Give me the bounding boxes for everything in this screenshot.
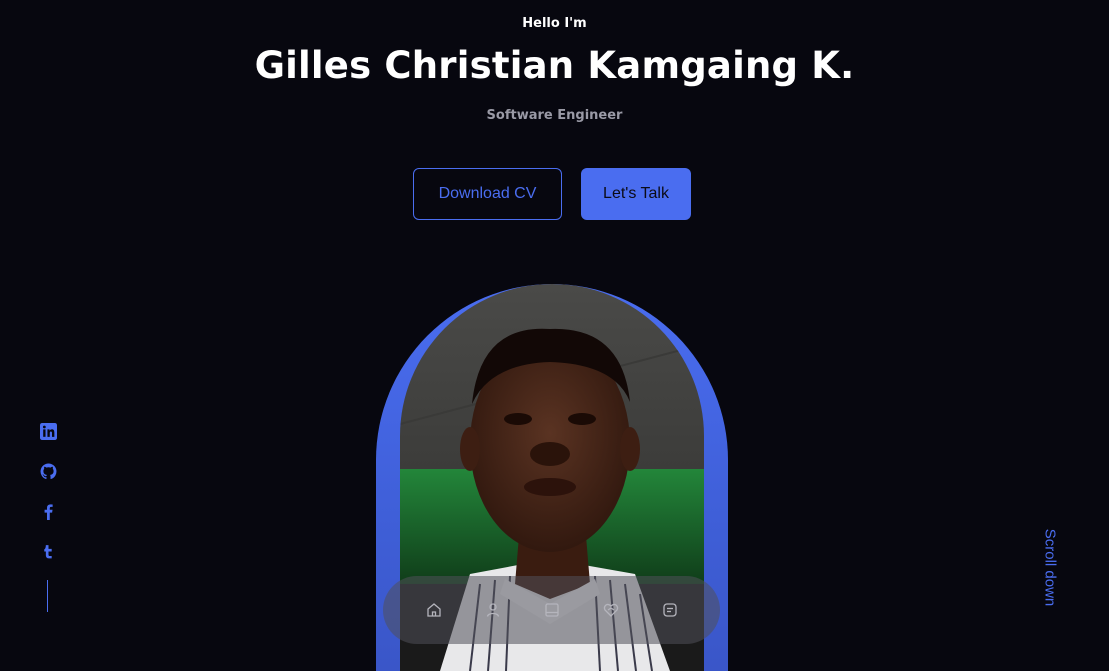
download-cv-button[interactable]: Download CV [413, 168, 562, 220]
scroll-down-label[interactable]: Scroll down [1042, 528, 1059, 606]
social-links [38, 421, 58, 561]
github-icon[interactable] [38, 461, 58, 481]
social-divider [47, 580, 48, 612]
message-icon[interactable] [660, 600, 680, 620]
home-icon[interactable] [424, 600, 444, 620]
page-title: Gilles Christian Kamgaing K. [254, 44, 855, 87]
services-icon[interactable] [601, 600, 621, 620]
user-icon[interactable] [483, 600, 503, 620]
lets-talk-button[interactable]: Let's Talk [581, 168, 691, 220]
book-icon[interactable] [542, 600, 562, 620]
portfolio-home: Hello I'm Gilles Christian Kamgaing K. S… [0, 0, 1109, 671]
linkedin-icon[interactable] [38, 421, 58, 441]
greeting-text: Hello I'm [522, 16, 587, 31]
facebook-icon[interactable] [38, 501, 58, 521]
role-subtitle: Software Engineer [486, 108, 623, 123]
tumblr-icon[interactable] [38, 541, 58, 561]
scroll-down-link[interactable]: Scroll down [1030, 522, 1070, 612]
bottom-nav [383, 576, 720, 644]
